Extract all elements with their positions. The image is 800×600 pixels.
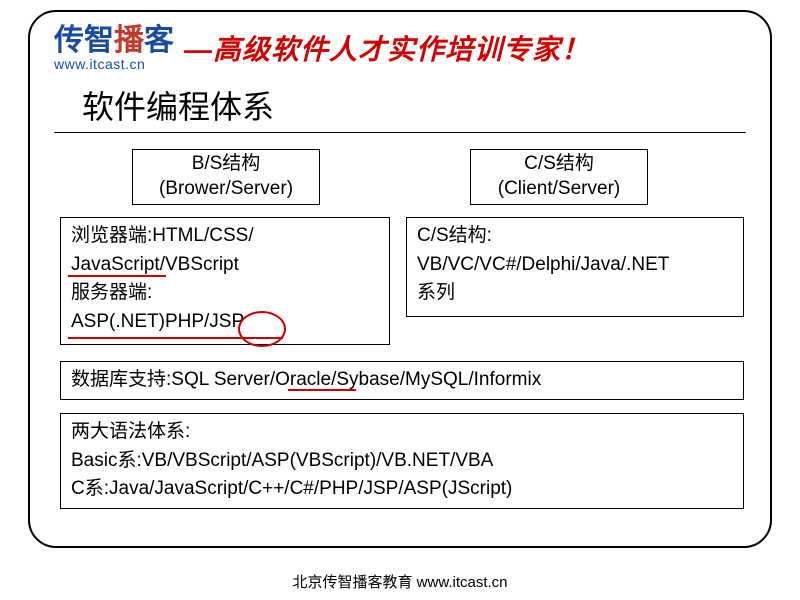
underline-javascript — [68, 275, 166, 277]
bs-browser-tech: HTML/CSS/ — [152, 225, 253, 246]
slogan: —高级软件人才实作培训专家！ — [184, 28, 590, 68]
logo-char: 播 — [114, 24, 144, 57]
syntax-label: 两大语法体系: — [71, 418, 733, 447]
logo-char: 传 — [54, 24, 84, 57]
syntax-box: 两大语法体系: Basic系:VB/VBScript/ASP(VBScript)… — [60, 413, 744, 509]
bs-header-box: B/S结构 (Brower/Server) — [132, 149, 320, 204]
cs-body-box: C/S结构: VB/VC/VC#/Delphi/Java/.NET 系列 — [406, 217, 744, 317]
bs-body-box: 浏览器端:HTML/CSS/ JavaScript/VBScript 服务器端:… — [60, 217, 390, 345]
bs-header-line1: B/S结构 — [143, 152, 309, 177]
cs-body-tech: VB/VC/VC#/Delphi/Java/.NET — [417, 251, 733, 280]
diagram-area: B/S结构 (Brower/Server) C/S结构 (Client/Serv… — [54, 149, 746, 529]
logo: 传智播客 www.itcast.cn — [54, 24, 174, 72]
bs-server-tech: ASP(.NET)PHP/JSP — [71, 308, 379, 337]
header: 传智播客 www.itcast.cn —高级软件人才实作培训专家！ — [54, 24, 746, 72]
cs-body-label: C/S结构: — [417, 222, 733, 251]
logo-text: 传智播客 — [54, 24, 174, 57]
cs-header-box: C/S结构 (Client/Server) — [470, 149, 648, 204]
title-underline — [54, 132, 746, 133]
bs-browser-line: 浏览器端:HTML/CSS/ — [71, 222, 379, 251]
bs-server-label: 服务器端: — [71, 279, 379, 308]
page-title: 软件编程体系 — [82, 82, 746, 128]
cs-header-line2: (Client/Server) — [481, 177, 637, 202]
db-box: 数据库支持:SQL Server/Oracle/Sybase/MySQL/Inf… — [60, 361, 744, 400]
underline-oracle — [288, 389, 356, 391]
footer: 北京传智播客教育 www.itcast.cn — [0, 571, 800, 592]
syntax-basic: Basic系:VB/VBScript/ASP(VBScript)/VB.NET/… — [71, 447, 733, 476]
logo-char: 智 — [84, 24, 114, 57]
cs-body-suffix: 系列 — [417, 279, 733, 308]
syntax-c: C系:Java/JavaScript/C++/C#/PHP/JSP/ASP(JS… — [71, 475, 733, 504]
logo-char: 客 — [144, 24, 174, 57]
bs-browser-label: 浏览器端: — [71, 225, 152, 246]
db-tech: SQL Server/Oracle/Sybase/MySQL/Informix — [171, 369, 541, 390]
db-label: 数据库支持: — [71, 369, 171, 390]
slide-frame: 传智播客 www.itcast.cn —高级软件人才实作培训专家！ 软件编程体系… — [28, 10, 772, 548]
cs-header-line1: C/S结构 — [481, 152, 637, 177]
logo-url: www.itcast.cn — [54, 57, 174, 72]
bs-header-line2: (Brower/Server) — [143, 177, 309, 202]
